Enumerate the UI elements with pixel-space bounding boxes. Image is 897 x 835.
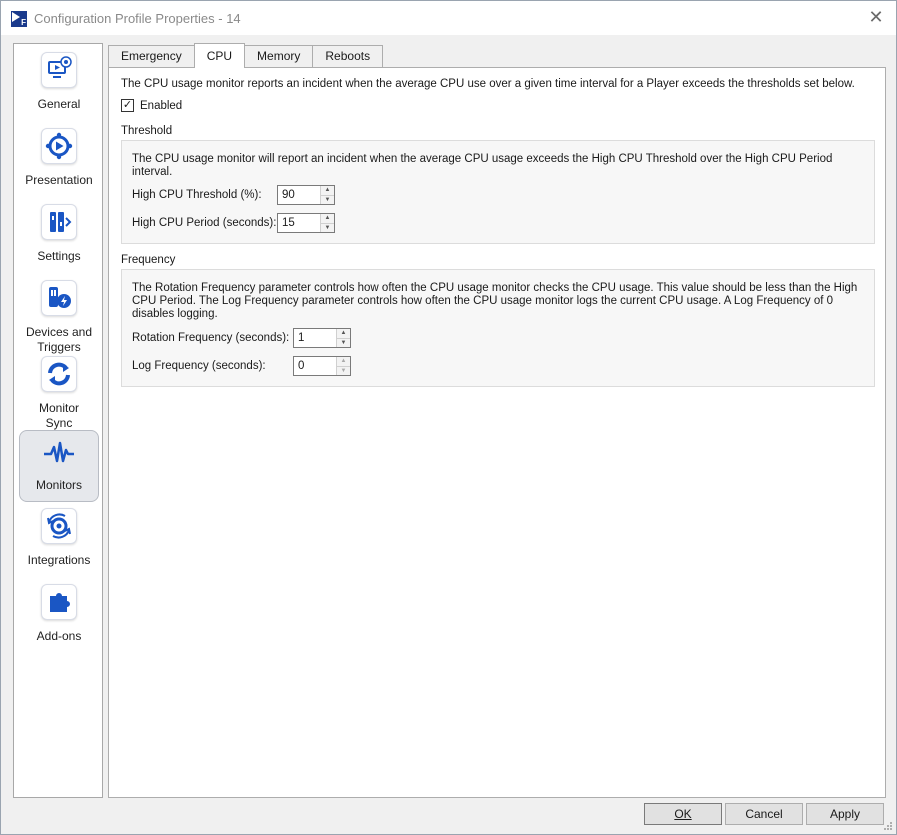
spin-up-icon[interactable]: ▲ — [337, 329, 350, 338]
puzzle-piece-icon — [41, 584, 77, 620]
cancel-button-label: Cancel — [745, 807, 783, 821]
enabled-label: Enabled — [140, 99, 183, 112]
tab-bar: Emergency CPU Memory Reboots — [108, 43, 384, 68]
integrations-gear-icon — [41, 508, 77, 544]
main-panel: Emergency CPU Memory Reboots The CPU usa… — [108, 43, 886, 798]
high-cpu-period-label: High CPU Period (seconds): — [132, 217, 277, 229]
sidebar: General Presentation Settings Devices an… — [13, 43, 103, 798]
sidebar-item-devices-and-triggers[interactable]: Devices and Triggers — [19, 280, 99, 360]
rotation-frequency-label: Rotation Frequency (seconds): — [132, 332, 290, 344]
tab-emergency[interactable]: Emergency — [108, 45, 195, 68]
sync-arrows-icon — [41, 356, 77, 392]
sidebar-item-label: Monitor Sync — [38, 401, 79, 430]
high-cpu-threshold-row: High CPU Threshold (%): — [132, 189, 262, 201]
log-frequency-label: Log Frequency (seconds): — [132, 360, 266, 372]
threshold-section-title: Threshold — [121, 125, 173, 137]
rotation-frequency-stepper[interactable]: 1 ▲ ▼ — [293, 328, 351, 348]
high-cpu-threshold-label: High CPU Threshold (%): — [132, 189, 262, 201]
spin-down-icon[interactable]: ▼ — [337, 365, 350, 375]
monitor-gear-icon — [41, 52, 77, 88]
cancel-button[interactable]: Cancel — [725, 803, 803, 825]
app-logo-icon: F — [11, 11, 27, 27]
sidebar-item-general[interactable]: General — [19, 52, 99, 118]
rotation-frequency-row: Rotation Frequency (seconds): — [132, 332, 289, 344]
cpu-intro-text: The CPU usage monitor reports an inciden… — [121, 78, 855, 90]
apply-button[interactable]: Apply — [806, 803, 884, 825]
spin-up-icon[interactable]: ▲ — [337, 357, 350, 366]
device-lightning-icon — [41, 280, 77, 316]
spin-down-icon[interactable]: ▼ — [321, 194, 334, 204]
enabled-row: ✓ Enabled — [121, 99, 182, 112]
log-frequency-input[interactable]: 0 — [294, 357, 336, 375]
high-cpu-threshold-input[interactable]: 90 — [278, 186, 320, 204]
window-title: Configuration Profile Properties - 14 — [34, 11, 241, 26]
frequency-section-title: Frequency — [121, 254, 176, 266]
sidebar-item-add-ons[interactable]: Add-ons — [19, 584, 99, 650]
log-frequency-stepper[interactable]: 0 ▲ ▼ — [293, 356, 351, 376]
title-bar: F Configuration Profile Properties - 14 … — [1, 1, 896, 35]
pulse-wave-icon — [41, 435, 77, 471]
high-cpu-period-input[interactable]: 15 — [278, 214, 320, 232]
sidebar-item-presentation[interactable]: Presentation — [19, 128, 99, 194]
sidebar-item-integrations[interactable]: Integrations — [19, 508, 99, 574]
high-cpu-threshold-stepper[interactable]: 90 ▲ ▼ — [277, 185, 335, 205]
high-cpu-period-row: High CPU Period (seconds): — [132, 217, 276, 229]
log-frequency-row: Log Frequency (seconds): — [132, 360, 266, 372]
ok-button-label: OK — [674, 807, 692, 821]
app-logo-letter: F — [21, 18, 26, 27]
spin-up-icon[interactable]: ▲ — [321, 186, 334, 195]
cpu-tab-content: The CPU usage monitor reports an inciden… — [108, 67, 886, 798]
spin-down-icon[interactable]: ▼ — [337, 337, 350, 347]
tab-reboots[interactable]: Reboots — [312, 45, 384, 68]
sidebar-item-monitor-sync[interactable]: Monitor Sync — [19, 356, 99, 436]
tab-memory[interactable]: Memory — [244, 45, 314, 68]
sidebar-item-label: Monitors — [35, 478, 82, 492]
dialog-window: F Configuration Profile Properties - 14 … — [0, 0, 897, 835]
ok-button[interactable]: OK — [644, 803, 722, 825]
enabled-checkbox[interactable]: ✓ — [121, 99, 134, 112]
close-icon[interactable]: ✕ — [866, 7, 886, 27]
tab-cpu[interactable]: CPU — [193, 43, 246, 68]
sidebar-item-label: Add-ons — [36, 629, 82, 643]
rotation-frequency-input[interactable]: 1 — [294, 329, 336, 347]
frequency-description: The Rotation Frequency parameter control… — [132, 282, 858, 320]
spin-down-icon[interactable]: ▼ — [321, 222, 334, 232]
threshold-group: The CPU usage monitor will report an inc… — [121, 140, 875, 244]
sidebar-item-label: Presentation — [25, 173, 93, 187]
frequency-group: The Rotation Frequency parameter control… — [121, 269, 875, 387]
sidebar-item-label: General — [37, 97, 81, 111]
apply-button-label: Apply — [829, 807, 861, 821]
threshold-description: The CPU usage monitor will report an inc… — [132, 153, 833, 178]
sidebar-item-label: Devices and Triggers — [25, 325, 93, 354]
sidebar-item-label: Settings — [37, 249, 81, 263]
sidebar-item-monitors[interactable]: Monitors — [19, 430, 99, 502]
settings-sliders-icon — [41, 204, 77, 240]
presentation-play-icon — [41, 128, 77, 164]
spin-up-icon[interactable]: ▲ — [321, 214, 334, 223]
high-cpu-period-stepper[interactable]: 15 ▲ ▼ — [277, 213, 335, 233]
resize-grip-icon[interactable] — [883, 821, 893, 831]
sidebar-item-settings[interactable]: Settings — [19, 204, 99, 270]
sidebar-item-label: Integrations — [27, 553, 91, 567]
